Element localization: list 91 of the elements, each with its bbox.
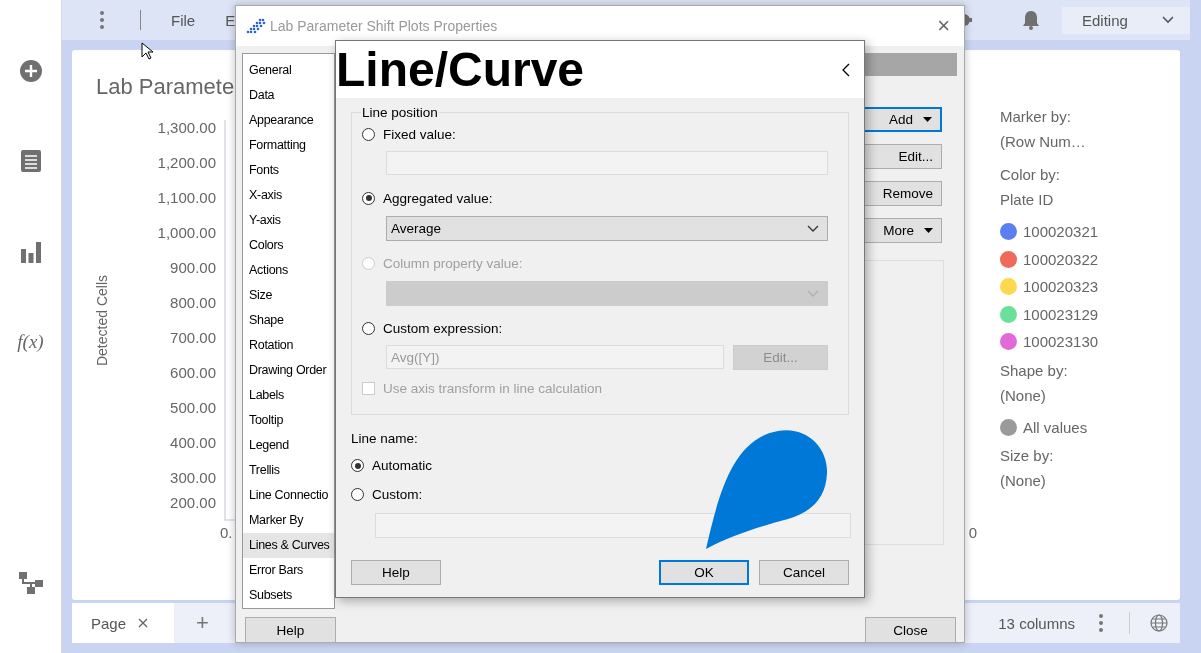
page-tab[interactable]: Page (72, 603, 175, 643)
menu-item[interactable]: E (225, 11, 236, 29)
add-tab-button[interactable]: + (196, 610, 209, 636)
axis-tick-label: 0 (968, 524, 977, 541)
dialog-button[interactable]: OK (659, 560, 749, 585)
radio-option[interactable]: Custom expression: (362, 316, 828, 340)
menu-item[interactable]: File (171, 11, 196, 29)
axis-tick-label: 600.00 (170, 363, 216, 383)
category-item[interactable]: Subsets (243, 583, 334, 608)
dropdown-arrow-icon (923, 117, 932, 122)
axis-tick-label: 0. (220, 524, 233, 541)
category-item[interactable]: Colors (243, 233, 334, 258)
legend-heading: Marker by: (1000, 108, 1072, 127)
axis-title: Detected Cells (94, 275, 110, 367)
dialog-caption: Line/Curve (336, 42, 585, 98)
legend-heading: Color by: (1000, 166, 1062, 185)
category-item[interactable]: General (243, 58, 334, 83)
chart-title: Lab Paramete (96, 74, 235, 100)
category-item[interactable]: Y-axis (243, 208, 334, 233)
axis-tick-label: 800.00 (170, 293, 216, 313)
plate-value-label[interactable]: 100020321 (1023, 223, 1099, 241)
plate-value-label[interactable]: 100020323 (1023, 278, 1099, 296)
column-count: 13 columns (998, 614, 1075, 632)
globe-icon[interactable] (1150, 614, 1168, 632)
legend-value: Plate ID (1000, 191, 1055, 210)
category-item[interactable]: Shape (243, 308, 334, 333)
axis-tick-label: 900.00 (170, 258, 216, 278)
legend-heading: Shape by: (1000, 361, 1069, 381)
category-item[interactable]: Lines & Curves (243, 533, 334, 558)
category-item[interactable]: Error Bars (243, 558, 334, 583)
bell-icon[interactable] (1022, 10, 1040, 30)
chevron-icon[interactable] (842, 62, 850, 77)
category-item[interactable]: Size (243, 283, 334, 308)
bar-chart-icon[interactable] (19, 241, 42, 263)
plate-value-label[interactable]: 100023130 (1023, 333, 1099, 351)
plate-value-label[interactable]: All values (1023, 418, 1088, 436)
category-item[interactable]: Actions (243, 258, 334, 283)
dialog-title: Lab Parameter Shift Plots Properties (270, 18, 498, 34)
category-item[interactable]: Fonts (243, 158, 334, 183)
legend-value: (None) (1000, 386, 1047, 406)
caret-icon (1161, 16, 1174, 24)
axis-tick-label: 1,000.00 (157, 223, 216, 243)
aggregation-dropdown[interactable]: Average (386, 216, 828, 241)
list-icon[interactable] (19, 149, 42, 173)
legend-value: (None) (1000, 472, 1047, 491)
hierarchy-icon[interactable] (17, 571, 44, 595)
scatter-icon (246, 18, 266, 34)
radio-option[interactable]: Custom: (351, 480, 849, 509)
axis-tick-label: 200.00 (170, 493, 216, 513)
axis-tick-label: 1,100.00 (157, 188, 216, 208)
mode-dropdown[interactable]: Editing (1062, 6, 1190, 34)
close-button[interactable]: × (937, 13, 950, 39)
dialog-button[interactable]: Cancel (759, 560, 849, 585)
axis-tick-label: 400.00 (170, 433, 216, 453)
dialog-button[interactable]: Help (351, 560, 441, 585)
more-icon[interactable] (98, 9, 106, 31)
category-item[interactable]: Drawing Order (243, 358, 334, 383)
category-item[interactable]: Rotation (243, 333, 334, 358)
chevron-down-icon (807, 225, 819, 232)
add-icon[interactable] (18, 59, 43, 83)
close-dialog-button[interactable]: Close (865, 617, 956, 643)
category-item[interactable]: X-axis (243, 183, 334, 208)
section-label: Line name: (351, 431, 419, 448)
axis-tick-label: 1,300.00 (157, 118, 216, 138)
close-icon[interactable] (138, 618, 149, 628)
category-item[interactable]: Tooltip (243, 408, 334, 433)
axis-tick-label: 300.00 (170, 468, 216, 488)
help-button[interactable]: Help (245, 617, 336, 643)
function-label[interactable]: f(x) (17, 331, 44, 353)
axis-tick-label: 1,200.00 (157, 153, 216, 173)
category-item[interactable]: Data (243, 83, 334, 108)
chevron-down-icon (807, 290, 819, 297)
radio-option[interactable]: Fixed value: (362, 122, 828, 146)
group-title: Line position (361, 105, 439, 120)
dropdown-arrow-icon (924, 228, 933, 233)
legend-value: (Row Num… (1000, 133, 1087, 152)
radio-option[interactable]: Aggregated value: (362, 186, 828, 210)
plate-value-label[interactable]: 100023129 (1023, 305, 1099, 323)
category-item[interactable]: Legend (243, 433, 334, 458)
category-item[interactable]: Line Connectio (243, 483, 334, 508)
more-icon[interactable] (1097, 612, 1105, 634)
radio-option[interactable]: Automatic (351, 451, 849, 480)
category-item[interactable]: Labels (243, 383, 334, 408)
category-item[interactable]: Marker By (243, 508, 334, 533)
category-item[interactable]: Trellis (243, 458, 334, 483)
legend-heading: Size by: (1000, 447, 1055, 466)
category-item[interactable]: Formatting (243, 133, 334, 158)
category-item[interactable]: Appearance (243, 108, 334, 133)
axis-tick-label: 500.00 (170, 398, 216, 418)
plate-value-label[interactable]: 100020322 (1023, 250, 1099, 268)
axis-tick-label: 700.00 (170, 328, 216, 348)
